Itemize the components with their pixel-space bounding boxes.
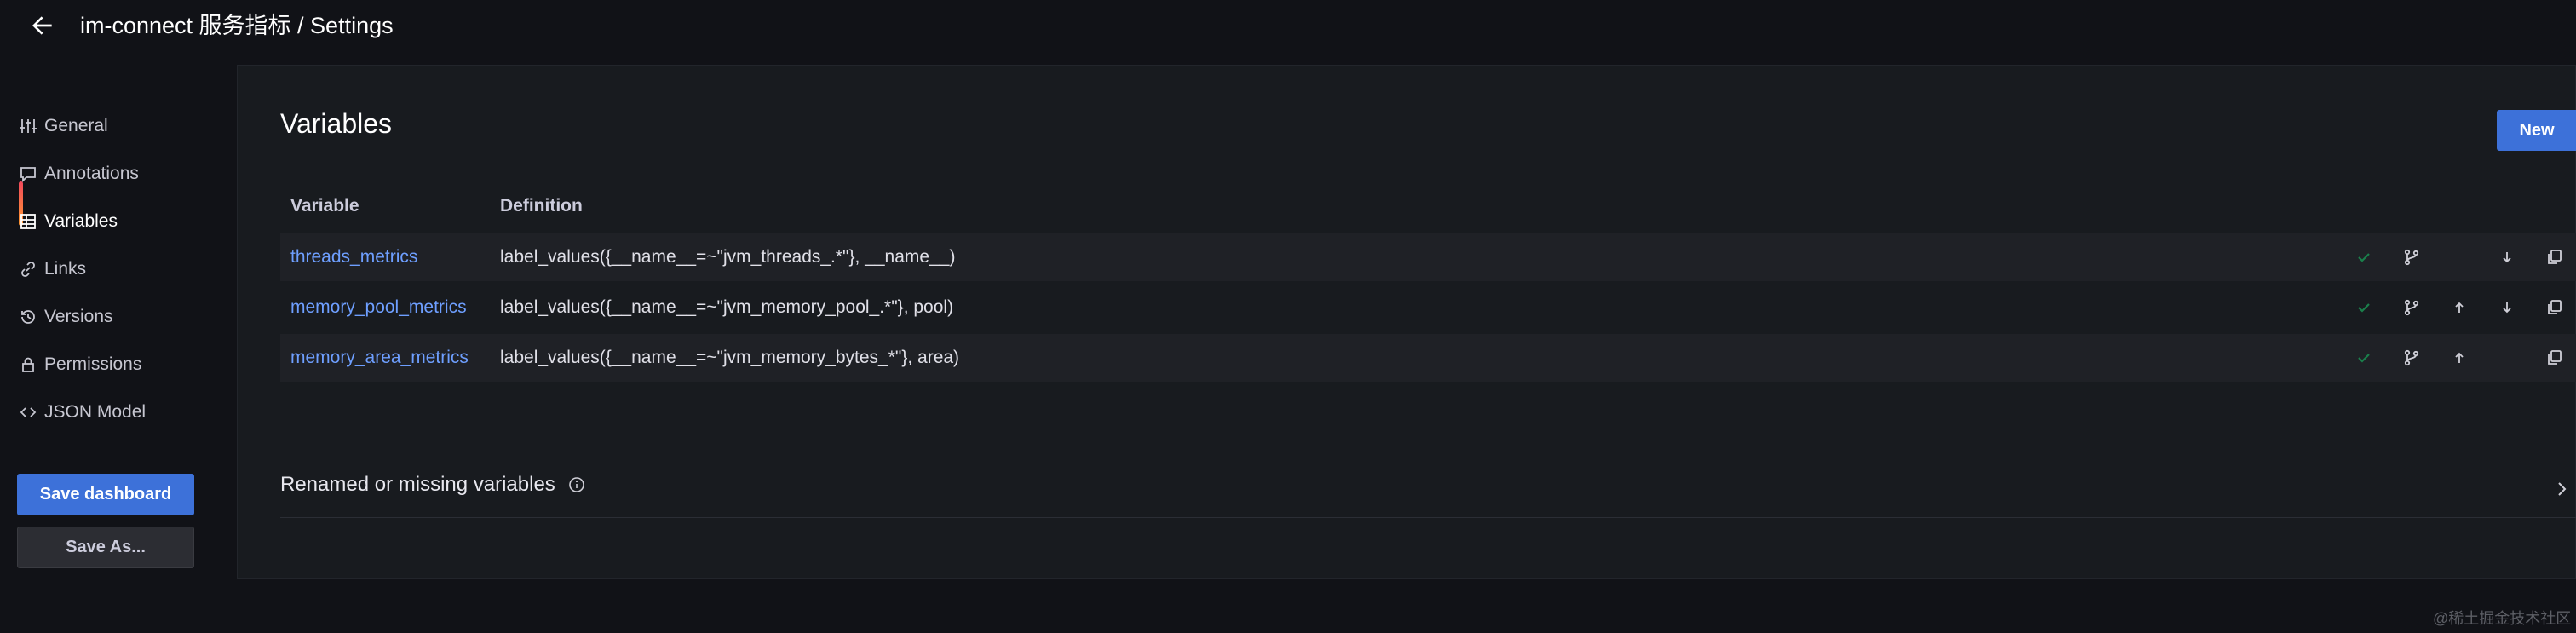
settings-sidebar: General Annotations Variables Links Vers… [0,65,237,633]
sidebar-item-label: General [44,116,108,135]
save-dashboard-button[interactable]: Save dashboard [17,474,194,515]
back-button[interactable] [26,9,60,43]
sidebar-item-label: Versions [44,307,113,326]
table-row: memory_area_metrics label_values({__name… [280,334,2576,382]
duplicate-icon[interactable] [2543,296,2567,319]
duplicate-icon[interactable] [2543,245,2567,269]
new-variable-button[interactable]: New [2497,110,2576,151]
page-title: im-connect 服务指标 / Settings [80,13,394,38]
column-header-variable: Variable [290,196,359,216]
sidebar-item-label: Annotations [44,164,139,183]
watermark: @稀土掘金技术社区 [2433,610,2572,627]
sidebar-item-versions[interactable]: Versions [17,300,113,334]
table-row: memory_pool_metrics label_values({__name… [280,284,2576,331]
history-icon [17,306,39,328]
renamed-missing-label: Renamed or missing variables [280,473,555,496]
sidebar-item-label: Variables [44,211,118,231]
branch-icon[interactable] [2400,245,2424,269]
variable-definition: label_values({__name__=~"jvm_threads_.*"… [500,247,956,267]
sidebar-item-json-model[interactable]: JSON Model [17,395,146,429]
duplicate-icon[interactable] [2543,346,2567,370]
top-bar: im-connect 服务指标 / Settings [0,0,2576,65]
renamed-missing-section[interactable]: Renamed or missing variables [280,473,586,497]
sidebar-item-links[interactable]: Links [17,252,86,286]
arrow-left-icon [32,16,52,35]
sidebar-item-label: Permissions [44,354,142,374]
table-icon [17,210,39,233]
variable-name-link[interactable]: memory_pool_metrics [290,284,467,331]
arrow-down-icon[interactable] [2495,296,2519,319]
sidebar-item-annotations[interactable]: Annotations [17,157,139,191]
check-icon [2352,296,2376,319]
check-icon [2352,245,2376,269]
section-title: Variables [280,108,393,139]
variable-name-link[interactable]: memory_area_metrics [290,334,469,382]
sidebar-item-label: JSON Model [44,402,147,422]
variables-panel: Variables New Variable Definition thread… [237,65,2576,579]
branch-icon[interactable] [2400,346,2424,370]
lock-icon [17,354,39,376]
table-row: threads_metrics label_values({__name__=~… [280,233,2576,281]
column-header-definition: Definition [500,196,583,216]
sidebar-item-variables[interactable]: Variables [17,204,118,239]
chevron-right-icon[interactable] [2551,478,2573,500]
code-icon [17,401,39,423]
check-icon [2352,346,2376,370]
branch-icon[interactable] [2400,296,2424,319]
arrow-up-icon[interactable] [2447,346,2471,370]
sliders-icon [17,115,39,137]
arrow-up-icon[interactable] [2447,296,2471,319]
sidebar-item-general[interactable]: General [17,109,108,143]
link-icon [17,258,39,280]
arrow-down-icon[interactable] [2495,245,2519,269]
save-as-button[interactable]: Save As... [17,527,194,568]
info-icon [567,475,586,494]
variable-definition: label_values({__name__=~"jvm_memory_pool… [500,297,954,317]
sidebar-item-permissions[interactable]: Permissions [17,348,141,382]
sidebar-item-label: Links [44,259,87,279]
variable-definition: label_values({__name__=~"jvm_memory_byte… [500,348,960,367]
section-divider [280,517,2576,518]
variable-name-link[interactable]: threads_metrics [290,233,417,281]
